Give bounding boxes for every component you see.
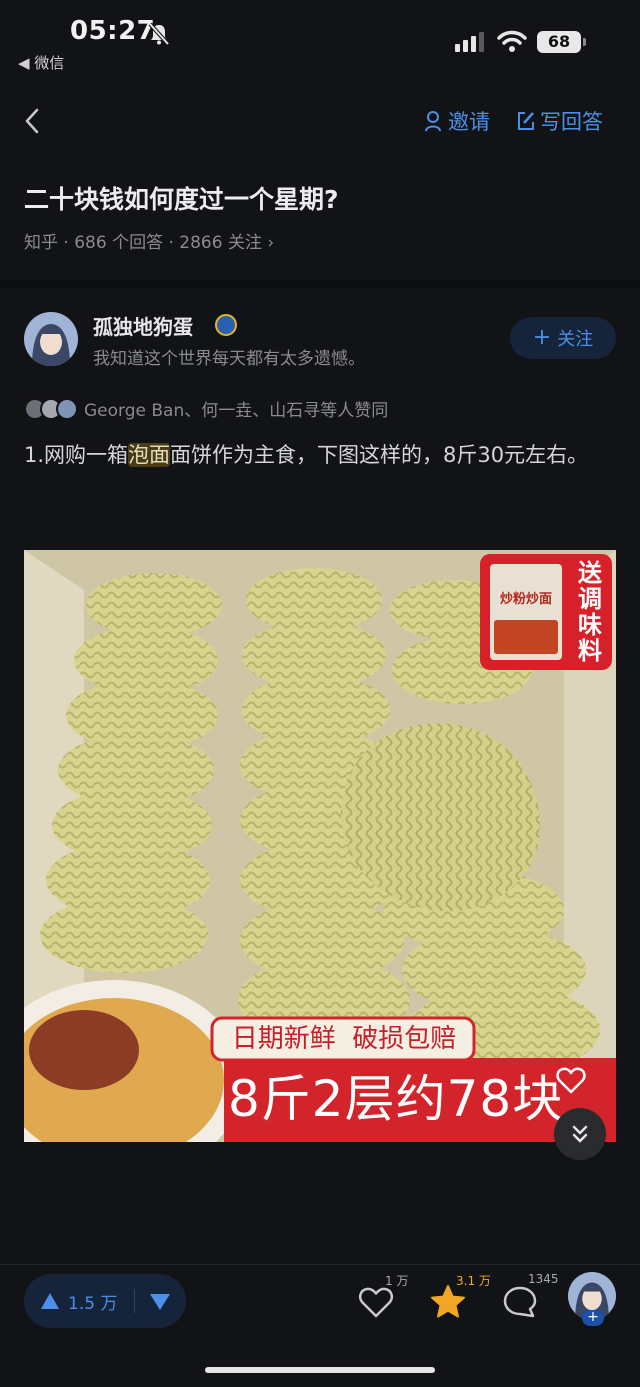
promo-badge-text: 送调味料 [578,559,602,665]
upvoter-avatar [56,397,78,420]
comment-count: 1345 [528,1272,559,1286]
heart-outline-icon[interactable] [556,1066,586,1094]
back-to-wechat[interactable]: ◀ 微信 [18,52,64,73]
follow-label: 关注 [557,329,594,350]
back-chevron-icon[interactable] [20,106,44,136]
downvote-button[interactable] [148,1289,172,1313]
answer-suffix: 面饼作为主食，下图这样的，8斤30元左右。 [170,443,589,467]
comment-bubble-icon[interactable] [500,1282,540,1322]
follow-button[interactable]: + 关注 [510,317,616,359]
author-bio: 我知道这个世界每天都有太多遗憾。 [93,349,365,369]
answer-text: 1.网购一箱泡面面饼作为主食，下图这样的，8斤30元左右。 [24,436,614,474]
packet-label: 炒粉炒面 [499,592,552,607]
question-title[interactable]: 二十块钱如何度过一个星期? [24,180,339,216]
author-badge-icon [215,314,237,336]
author-avatar[interactable] [24,312,78,366]
wifi-icon [497,30,527,52]
question-meta[interactable]: 知乎 · 686 个回答 · 2866 关注 › [24,228,274,253]
invite-label: 邀请 [448,110,490,134]
bottom-bar-divider [0,1264,640,1265]
write-answer-button[interactable]: 写回答 [516,106,603,136]
section-divider [0,280,640,288]
plus-icon: + [532,325,552,350]
banner-line1: 日期新鲜 破损包赔 [231,1024,457,1054]
upvote-button[interactable]: 1.5 万 [40,1274,117,1328]
scroll-down-button[interactable] [554,1108,606,1160]
double-chevron-down-icon [572,1125,588,1143]
edit-icon [518,112,534,130]
clock: 05:27 [70,16,156,46]
person-add-icon [425,111,441,132]
upvoters-row[interactable]: George Ban、何一垚、山石寻等人赞同 [24,396,388,421]
upvote-count: 1.5 万 [68,1293,118,1314]
home-indicator[interactable] [205,1367,435,1373]
upvoters-text: George Ban、何一垚、山石寻等人赞同 [84,401,389,421]
product-image[interactable]: 送调味料 炒粉炒面 日期新鲜 破损包赔 8斤2层约78块 [24,550,616,1142]
add-follow-badge[interactable]: + [582,1310,604,1326]
author-name[interactable]: 孤独地狗蛋 [93,311,193,340]
like-count: 1 万 [385,1274,409,1288]
triangle-up-icon [41,1293,59,1309]
write-answer-label: 写回答 [540,110,603,134]
highlighted-keyword[interactable]: 泡面 [128,443,171,467]
vote-separator [134,1289,135,1313]
answer-prefix: 1.网购一箱 [24,443,129,467]
invite-button[interactable]: 邀请 [424,106,490,136]
bell-muted-icon [148,22,170,46]
avatar-illustration [24,312,78,366]
cellular-signal-icon [455,32,484,52]
upvoter-avatars [24,397,80,420]
vote-control: 1.5 万 [24,1274,186,1328]
favorite-count: 3.1 万 [456,1274,491,1288]
battery-indicator: 68 [537,31,586,53]
status-bar: 05:27 ◀ 微信 68 [0,0,640,80]
